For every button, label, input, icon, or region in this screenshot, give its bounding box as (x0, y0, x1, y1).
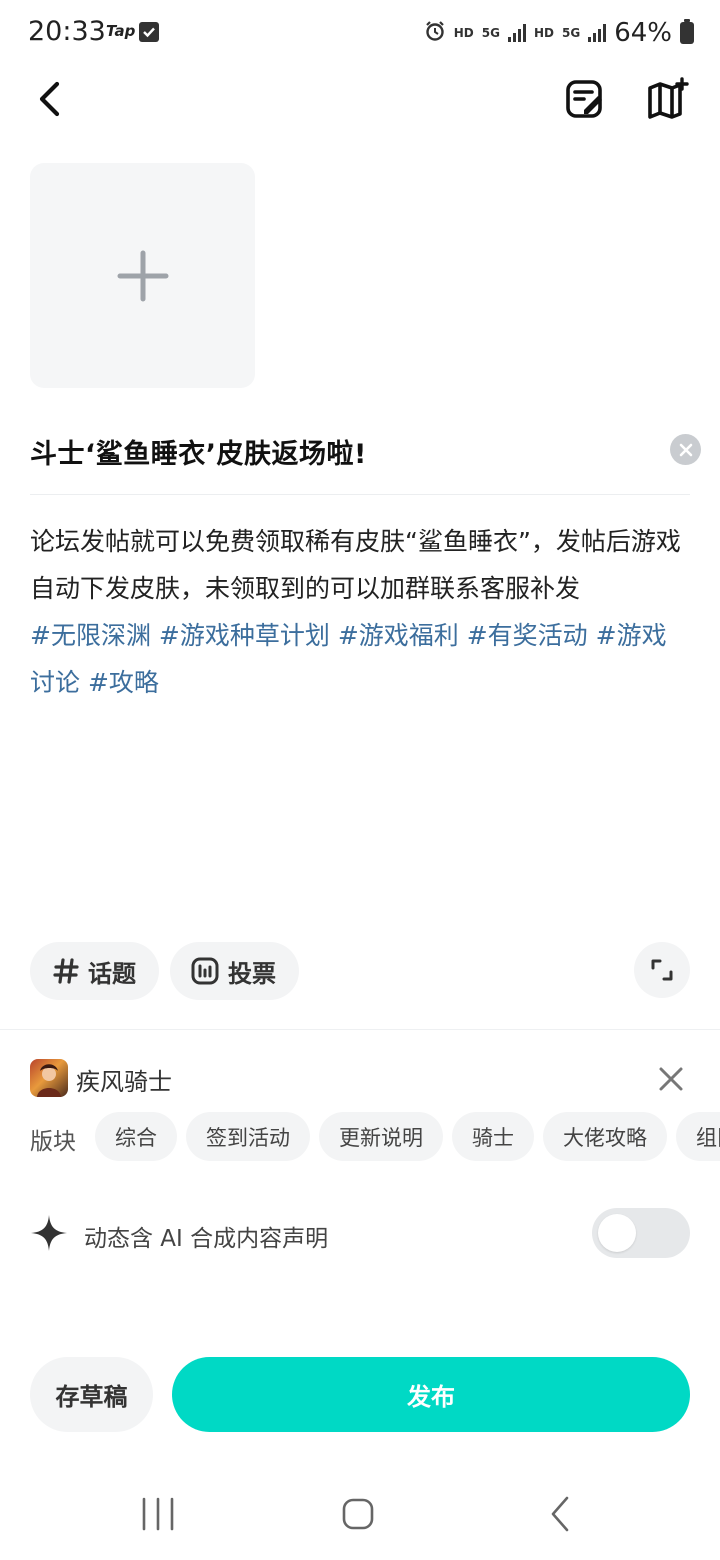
post-editor-screen: 20:33 Tap HD 5G HD 5G 64% 斗士‘鲨鱼睡衣’皮肤返场啦!… (0, 0, 720, 1560)
signal-icon-2 (588, 24, 607, 42)
home-icon (342, 1498, 374, 1530)
battery-icon (680, 19, 694, 44)
poll-icon (190, 956, 220, 986)
recents-icon (142, 1497, 174, 1531)
board-tag-list: 综合 签到活动 更新说明 骑士 大佬攻略 组队 (95, 1112, 720, 1161)
battery-percent: 64% (614, 18, 672, 48)
clear-title-button[interactable] (670, 434, 701, 465)
game-avatar (30, 1059, 68, 1097)
note-edit-icon (566, 80, 602, 118)
board-tag[interactable]: 综合 (95, 1112, 177, 1161)
vote-label: 投票 (228, 959, 276, 988)
board-label: 版块 (30, 1129, 76, 1155)
board-tag[interactable]: 骑士 (452, 1112, 534, 1161)
close-icon (659, 1067, 683, 1091)
hashtag[interactable]: #无限深渊 (30, 621, 151, 650)
system-back-button[interactable] (540, 1494, 580, 1534)
recents-button[interactable] (138, 1496, 178, 1532)
hashtag[interactable]: #攻略 (88, 668, 159, 697)
remove-game-button[interactable] (654, 1062, 688, 1096)
post-body-input[interactable]: 论坛发帖就可以免费领取稀有皮肤“鲨鱼睡衣”，发帖后游戏自动下发皮肤，未领取到的可… (30, 518, 690, 706)
add-image-button[interactable] (30, 163, 255, 388)
hashtag[interactable]: #有奖活动 (467, 621, 588, 650)
home-button[interactable] (338, 1494, 378, 1534)
hashtag[interactable]: #游戏种草计划 (159, 621, 330, 650)
ai-declaration-label: 动态含 AI 合成内容声明 (84, 1226, 329, 1252)
board-tag[interactable]: 组队 (676, 1112, 720, 1161)
hash-icon (52, 957, 80, 985)
system-nav-bar (0, 1470, 720, 1560)
hashtag[interactable]: #游戏福利 (338, 621, 459, 650)
ai-declaration-toggle[interactable] (592, 1208, 690, 1258)
chevron-left-icon (551, 1496, 569, 1532)
post-body-text: 论坛发帖就可以免费领取稀有皮肤“鲨鱼睡衣”，发帖后游戏自动下发皮肤，未领取到的可… (30, 527, 681, 603)
back-button[interactable] (30, 78, 74, 122)
section-divider (0, 1029, 720, 1030)
hd-indicator-1: HD (453, 26, 474, 40)
save-draft-button[interactable]: 存草稿 (30, 1357, 153, 1432)
book-add-icon (648, 77, 689, 119)
board-tag[interactable]: 签到活动 (186, 1112, 310, 1161)
chevron-left-icon (39, 81, 60, 117)
network-5g-2: 5G (562, 26, 581, 40)
post-title-input[interactable]: 斗士‘鲨鱼睡衣’皮肤返场啦! (30, 432, 367, 471)
signal-icon-1 (507, 24, 526, 42)
status-icons: HD 5G HD 5G 64% (424, 16, 694, 50)
board-tag[interactable]: 更新说明 (319, 1112, 443, 1161)
guide-button[interactable] (644, 76, 690, 122)
topic-label: 话题 (88, 959, 136, 988)
sparkle-icon (30, 1214, 68, 1252)
tap-app-badge: Tap (106, 22, 136, 40)
game-name[interactable]: 疾风骑士 (76, 1062, 172, 1097)
vote-button[interactable]: 投票 (170, 942, 299, 1000)
close-icon (679, 443, 692, 456)
alarm-icon (424, 20, 446, 46)
expand-icon (651, 959, 673, 981)
publish-button[interactable]: 发布 (172, 1357, 690, 1432)
board-tag[interactable]: 大佬攻略 (543, 1112, 667, 1161)
toggle-knob (598, 1214, 636, 1252)
network-5g-1: 5G (481, 26, 500, 40)
title-divider (30, 494, 690, 495)
plus-icon (117, 250, 168, 301)
hd-indicator-2: HD (533, 26, 554, 40)
status-bar: 20:33 Tap HD 5G HD 5G 64% (0, 0, 720, 66)
expand-editor-button[interactable] (634, 942, 690, 998)
topic-button[interactable]: 话题 (30, 942, 159, 1000)
draft-box-button[interactable] (562, 76, 608, 122)
status-time: 20:33 (28, 16, 106, 47)
checkbox-notification-icon (139, 22, 159, 42)
